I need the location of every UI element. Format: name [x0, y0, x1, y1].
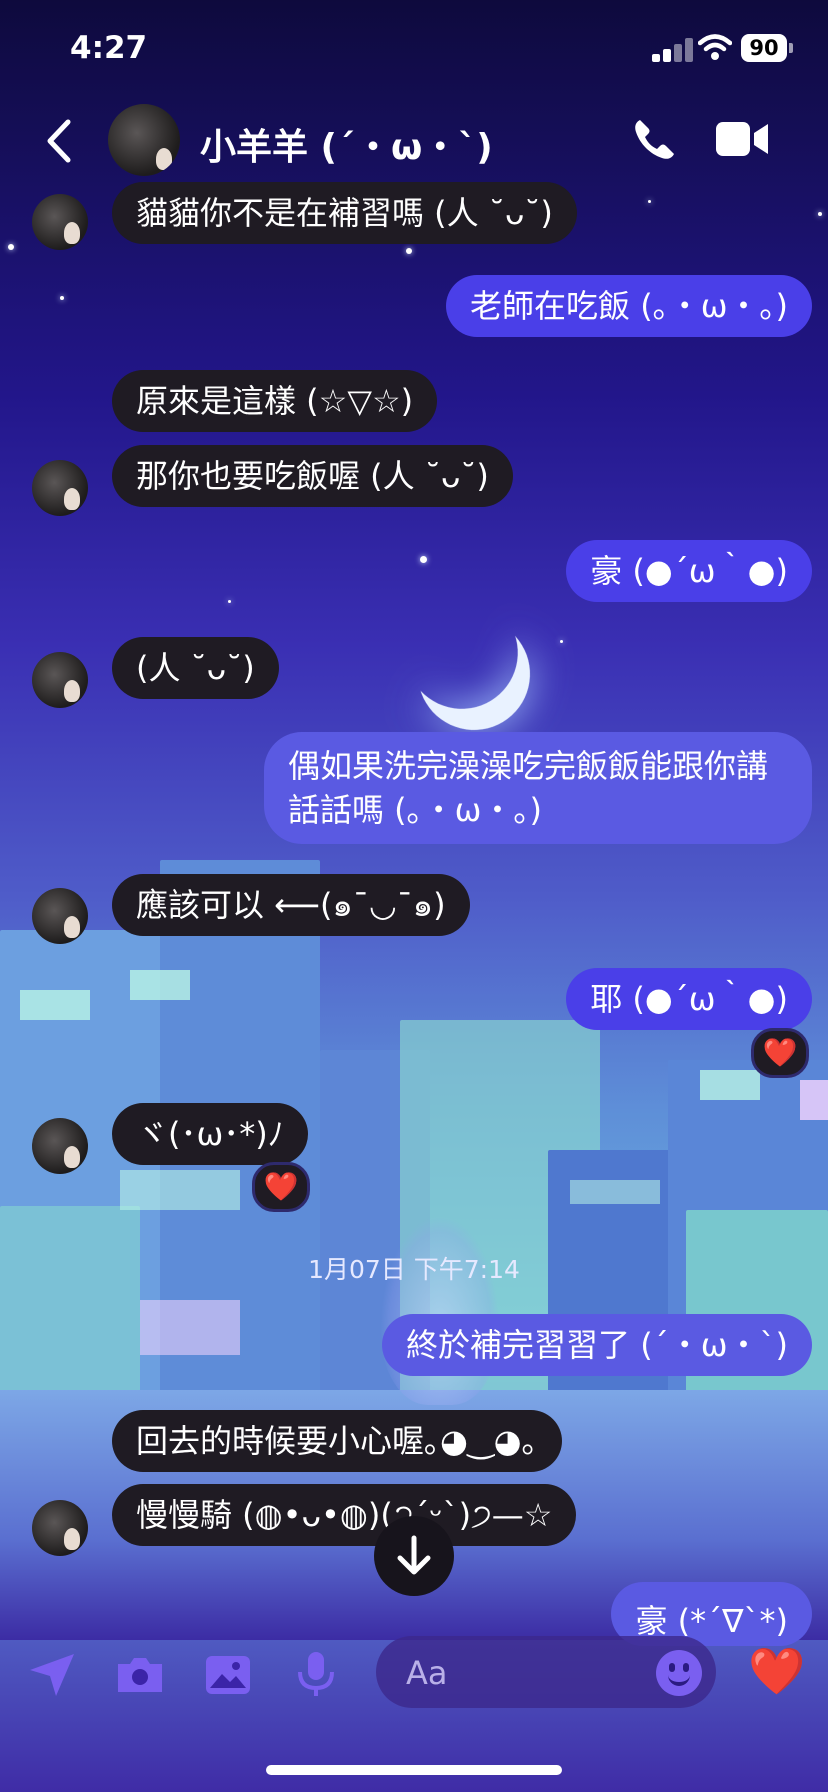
window-light — [20, 990, 90, 1020]
send-icon[interactable] — [26, 1650, 78, 1698]
wifi-icon — [698, 34, 732, 60]
message-bubble-outgoing[interactable]: 耶 (●´ω｀●) — [566, 968, 812, 1030]
heart-reaction[interactable]: ❤️ — [252, 1162, 310, 1212]
message-composer: Aa ❤️ — [0, 1620, 828, 1720]
window-light — [570, 1180, 660, 1204]
cat-silhouette — [380, 1215, 500, 1405]
star — [60, 296, 64, 300]
window-light — [700, 1070, 760, 1100]
arrow-down-icon — [397, 1535, 431, 1575]
message-bubble-incoming[interactable]: 原來是這樣 (☆▽☆) — [112, 370, 438, 432]
message-bubble-incoming[interactable]: 那你也要吃飯喔 (人 ˘ᴗ˘) — [112, 445, 513, 507]
star — [8, 244, 14, 250]
video-icon[interactable] — [714, 118, 770, 160]
heart-reaction[interactable]: ❤️ — [751, 1028, 809, 1078]
message-bubble-incoming[interactable]: (人 ˘ᴗ˘) — [112, 637, 279, 699]
star — [228, 600, 231, 603]
message-bubble-incoming[interactable]: 貓貓你不是在補習嗎 (人 ˘ᴗ˘) — [112, 182, 577, 244]
message-bubble-outgoing[interactable]: 終於補完習習了 (´・ω・`) — [382, 1314, 812, 1376]
star — [420, 556, 427, 563]
avatar[interactable] — [32, 1118, 88, 1174]
avatar[interactable] — [32, 1500, 88, 1556]
avatar[interactable] — [32, 194, 88, 250]
signal-icon — [652, 38, 696, 62]
avatar[interactable] — [32, 460, 88, 516]
message-bubble-incoming[interactable]: 回去的時候要小心喔｡◕‿◕｡ — [112, 1410, 562, 1472]
chat-header: 小羊羊 (´・ω・`) — [0, 96, 828, 186]
message-bubble-outgoing[interactable]: 偶如果洗完澡澡吃完飯飯能跟你講話話嗎 (｡・ω・｡) — [264, 732, 812, 844]
message-input-placeholder: Aa — [406, 1654, 448, 1692]
avatar[interactable] — [32, 888, 88, 944]
heart-icon[interactable]: ❤️ — [748, 1644, 805, 1699]
home-indicator — [266, 1765, 562, 1775]
contact-avatar[interactable] — [108, 104, 180, 176]
battery-level: 90 — [741, 34, 787, 62]
star — [818, 212, 822, 216]
back-icon[interactable] — [40, 118, 80, 164]
window-light — [130, 970, 190, 1000]
star — [560, 640, 563, 643]
message-bubble-incoming[interactable]: 慢慢騎 (◍•ᴗ•◍)(੭ˊᵕˋ)੭—☆ — [112, 1484, 577, 1546]
status-bar: 4:27 90 — [0, 0, 828, 96]
message-bubble-outgoing[interactable]: 老師在吃飯 (｡・ω・｡) — [446, 275, 812, 337]
avatar[interactable] — [32, 652, 88, 708]
microphone-icon[interactable] — [290, 1650, 342, 1698]
moon — [400, 600, 549, 749]
status-time: 4:27 — [70, 30, 148, 66]
phone-icon[interactable] — [630, 116, 678, 164]
contact-name[interactable]: 小羊羊 (´・ω・`) — [200, 118, 493, 170]
message-input[interactable]: Aa — [376, 1636, 716, 1708]
emoji-icon[interactable] — [656, 1650, 702, 1696]
window-light — [800, 1080, 828, 1120]
star — [406, 248, 412, 254]
timestamp: 1月07日 下午7:14 — [308, 1255, 520, 1284]
battery-cap — [789, 43, 793, 53]
camera-icon[interactable] — [114, 1650, 166, 1698]
scroll-to-bottom-button[interactable] — [374, 1516, 454, 1596]
star — [648, 200, 651, 203]
gallery-icon[interactable] — [202, 1650, 254, 1698]
message-bubble-outgoing[interactable]: 豪 (●´ω｀●) — [566, 540, 812, 602]
window-light — [120, 1170, 240, 1210]
window-light — [140, 1300, 240, 1355]
message-bubble-incoming[interactable]: ヾ(･ω･*)ﾉ — [112, 1103, 308, 1165]
message-bubble-incoming[interactable]: 應該可以 ⟵(๑¯◡¯๑) — [112, 874, 470, 936]
